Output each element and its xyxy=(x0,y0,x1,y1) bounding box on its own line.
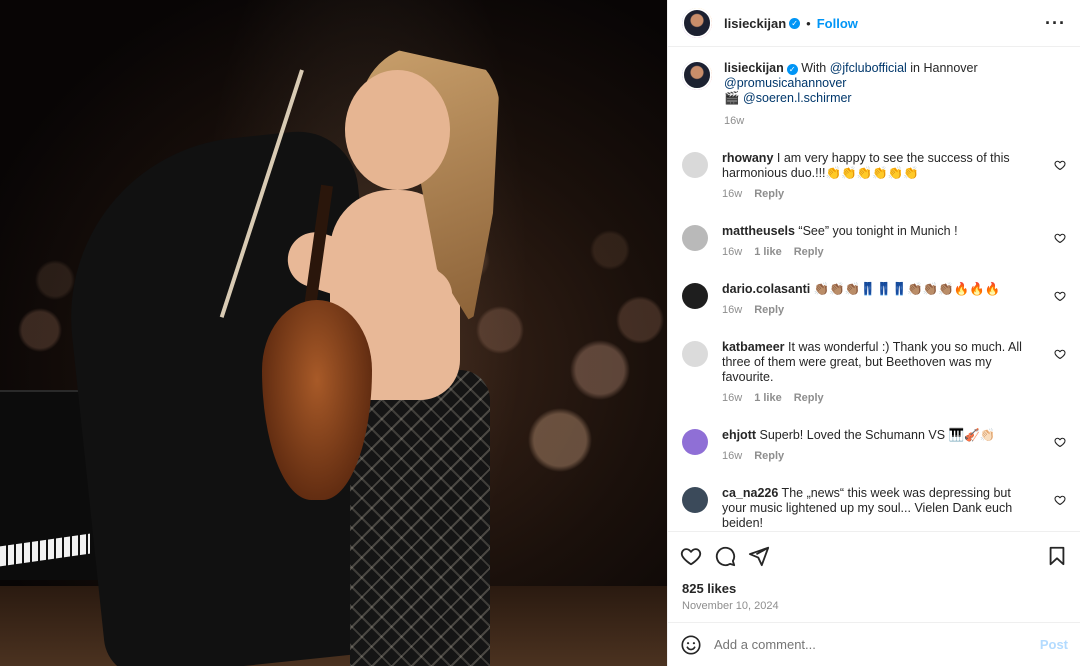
comment-likes[interactable]: 1 like xyxy=(754,392,782,404)
mention-link[interactable]: @jfclubofficial xyxy=(830,61,907,75)
comment-item: dario.colasanti 👏🏽👏🏽👏🏽👖👖👖👏🏽👏🏽👏🏽🔥🔥🔥 16w Re… xyxy=(682,282,1066,318)
heart-icon[interactable] xyxy=(680,545,702,567)
commenter-avatar[interactable] xyxy=(682,152,708,178)
follow-button[interactable]: Follow xyxy=(817,16,858,31)
comment-meta: 16w Reply xyxy=(722,449,1038,464)
comment-body: ca_na226 The „news“ this week was depres… xyxy=(722,486,1066,531)
comment-like-icon[interactable] xyxy=(1054,159,1066,171)
comment-meta: 16w Reply xyxy=(722,303,1038,318)
reply-button[interactable]: Reply xyxy=(754,188,784,200)
comment-username[interactable]: rhowany xyxy=(722,151,773,165)
comment-body: rhowany I am very happy to see the succe… xyxy=(722,151,1066,202)
caption-text: With xyxy=(797,61,830,75)
caption-text: in Hannover xyxy=(906,61,978,75)
comment-time[interactable]: 16w xyxy=(722,246,742,258)
comment-body: dario.colasanti 👏🏽👏🏽👏🏽👖👖👖👏🏽👏🏽👏🏽🔥🔥🔥 16w Re… xyxy=(722,282,1066,318)
comment-meta: 16w 1 like Reply xyxy=(722,391,1038,406)
emoji-icon[interactable] xyxy=(680,634,702,656)
verified-icon: ✓ xyxy=(789,17,801,29)
action-bar xyxy=(668,531,1080,579)
comment-likes[interactable]: 1 like xyxy=(754,246,782,258)
timestamp[interactable]: 16w xyxy=(724,115,744,127)
post-date: November 10, 2024 xyxy=(682,600,779,612)
caption: lisieckijan ✓ With @jfclubofficial in Han… xyxy=(682,59,1066,129)
comment-like-icon[interactable] xyxy=(1054,290,1066,302)
comment-time[interactable]: 16w xyxy=(722,392,742,404)
commenter-avatar[interactable] xyxy=(682,283,708,309)
comment-like-icon[interactable] xyxy=(1054,232,1066,244)
comment-item: ehjott Superb! Loved the Schumann VS 🎹🎻👏… xyxy=(682,428,1066,464)
post-header: lisieckijan ✓ • Follow ··· xyxy=(668,0,1080,47)
comment-text: “See” you tonight in Munich ! xyxy=(794,224,958,238)
comment-time[interactable]: 16w xyxy=(722,450,742,462)
comment-time[interactable]: 16w xyxy=(722,188,742,200)
post-sidebar: lisieckijan ✓ • Follow ··· lisieckijan ✓ … xyxy=(667,0,1080,666)
violinist-dress xyxy=(350,370,490,666)
caption-body: lisieckijan ✓ With @jfclubofficial in Han… xyxy=(724,59,1066,129)
comment-username[interactable]: ehjott xyxy=(722,428,756,442)
comment-body: mattheusels “See” you tonight in Munich … xyxy=(722,224,1066,260)
comment-item: katbameer It was wonderful :) Thank you … xyxy=(682,340,1066,406)
post-photo[interactable] xyxy=(0,0,667,666)
like-count[interactable]: 825 likes xyxy=(668,579,1080,596)
comment-item: ca_na226 The „news“ this week was depres… xyxy=(682,486,1066,531)
comment-input[interactable] xyxy=(714,637,1040,652)
caption-meta: 16w xyxy=(724,114,1038,129)
reply-button[interactable]: Reply xyxy=(794,246,824,258)
violinist-head xyxy=(345,70,450,190)
comment-text: 👏🏽👏🏽👏🏽👖👖👖👏🏽👏🏽👏🏽🔥🔥🔥 xyxy=(810,282,1001,296)
comment-item: rhowany I am very happy to see the succe… xyxy=(682,151,1066,202)
commenter-avatar[interactable] xyxy=(682,225,708,251)
bookmark-icon[interactable] xyxy=(1046,545,1068,567)
comment-like-icon[interactable] xyxy=(1054,494,1066,506)
comment-icon[interactable] xyxy=(714,545,736,567)
add-comment-bar: Post xyxy=(668,622,1080,666)
comment-body: ehjott Superb! Loved the Schumann VS 🎹🎻👏… xyxy=(722,428,1066,464)
commenter-avatar[interactable] xyxy=(682,341,708,367)
mention-link[interactable]: @promusicahannover xyxy=(724,76,846,90)
comment-item: mattheusels “See” you tonight in Munich … xyxy=(682,224,1066,260)
caption-avatar-wrap xyxy=(682,60,712,90)
reply-button[interactable]: Reply xyxy=(754,304,784,316)
post-button[interactable]: Post xyxy=(1040,637,1068,652)
author-username[interactable]: lisieckijan xyxy=(724,16,786,31)
reply-button[interactable]: Reply xyxy=(794,392,824,404)
comment-time[interactable]: 16w xyxy=(722,304,742,316)
comment-text: Superb! Loved the Schumann VS 🎹🎻👏🏻 xyxy=(756,428,996,442)
commenter-avatar[interactable] xyxy=(682,487,708,513)
more-options-icon[interactable]: ··· xyxy=(1045,13,1066,34)
verified-icon: ✓ xyxy=(786,64,798,75)
comment-body: katbameer It was wonderful :) Thank you … xyxy=(722,340,1066,406)
commenter-avatar[interactable] xyxy=(682,429,708,455)
comment-meta: 16w Reply xyxy=(722,187,1038,202)
mention-link[interactable]: @soeren.l.schirmer xyxy=(743,91,852,105)
camera-icon: 🎬 xyxy=(724,91,744,105)
comments-list[interactable]: lisieckijan ✓ With @jfclubofficial in Han… xyxy=(668,47,1080,531)
instagram-post-modal: lisieckijan ✓ • Follow ··· lisieckijan ✓ … xyxy=(0,0,1080,666)
reply-button[interactable]: Reply xyxy=(754,450,784,462)
comment-like-icon[interactable] xyxy=(1054,436,1066,448)
comment-username[interactable]: mattheusels xyxy=(722,224,795,238)
separator-dot: • xyxy=(806,15,811,31)
comment-username[interactable]: ca_na226 xyxy=(722,486,778,500)
comment-username[interactable]: dario.colasanti xyxy=(722,282,810,296)
comment-meta: 16w 1 like Reply xyxy=(722,245,1038,260)
comment-like-icon[interactable] xyxy=(1054,348,1066,360)
author-avatar[interactable] xyxy=(682,8,712,38)
caption-username[interactable]: lisieckijan xyxy=(724,61,784,75)
caption-avatar[interactable] xyxy=(682,60,712,90)
comment-username[interactable]: katbameer xyxy=(722,340,785,354)
share-icon[interactable] xyxy=(748,545,770,567)
